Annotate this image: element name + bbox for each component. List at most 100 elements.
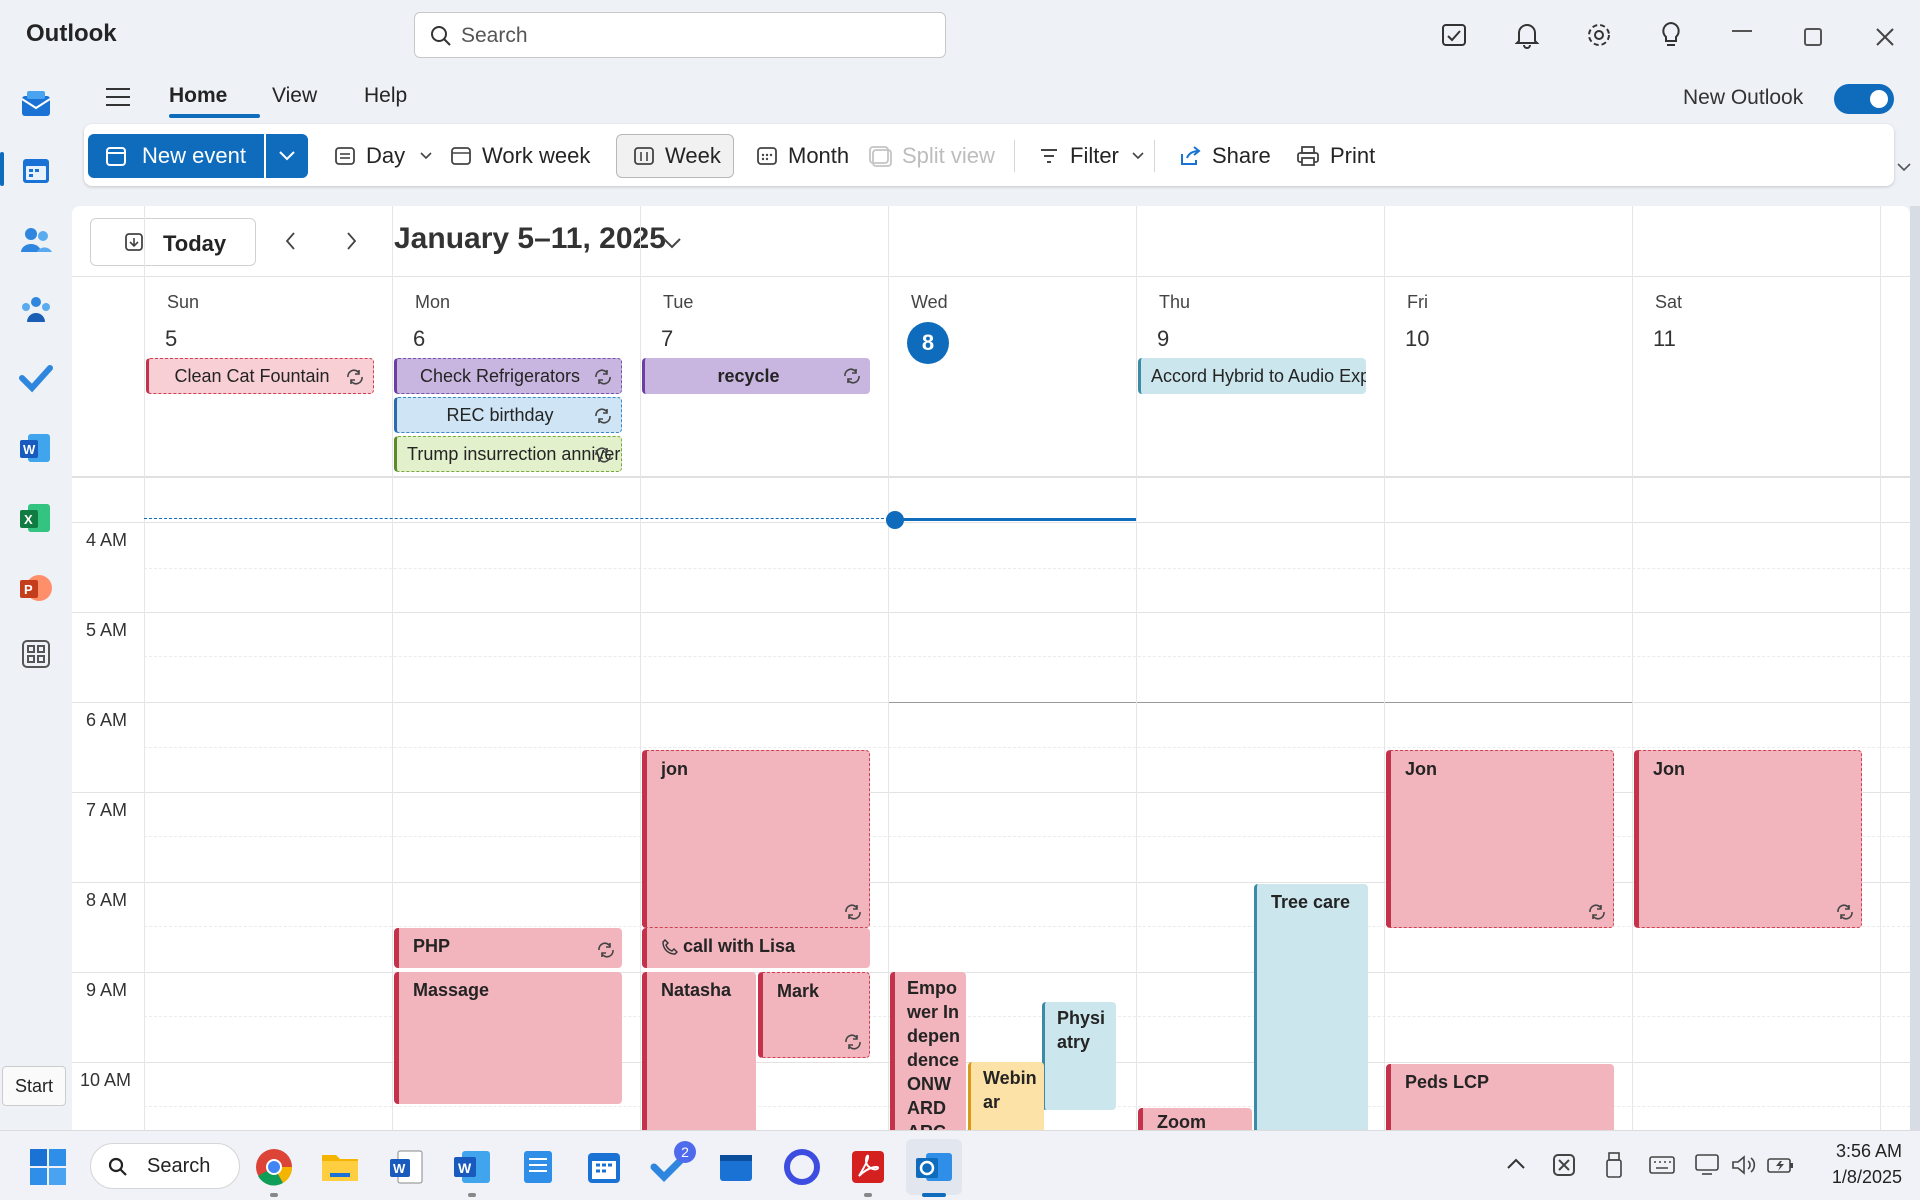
allday-event[interactable]: Check Refrigerators bbox=[394, 358, 622, 394]
hamburger-menu-icon[interactable] bbox=[104, 86, 132, 108]
chrome-icon[interactable] bbox=[252, 1145, 296, 1189]
antivirus-tray-icon[interactable] bbox=[1552, 1153, 1576, 1177]
event-title: Physiatry bbox=[1057, 1008, 1106, 1052]
outlook-icon[interactable] bbox=[912, 1145, 956, 1189]
new-outlook-toggle[interactable] bbox=[1834, 84, 1894, 114]
next-week-chevron-icon[interactable] bbox=[344, 230, 358, 252]
network-icon[interactable] bbox=[1694, 1153, 1722, 1177]
title-bar: Outlook Search bbox=[0, 0, 1920, 70]
day-number[interactable]: 5 bbox=[165, 326, 177, 352]
recurring-icon bbox=[843, 1033, 863, 1051]
gear-icon[interactable] bbox=[1584, 20, 1614, 50]
todo-icon[interactable] bbox=[18, 360, 54, 396]
mail-icon[interactable] bbox=[18, 86, 54, 122]
day-chevron-icon[interactable] bbox=[419, 151, 433, 161]
event-block[interactable]: Tree care bbox=[1254, 884, 1368, 1130]
event-block[interactable]: Empower Independence ONWARD ARC-EX http bbox=[890, 972, 966, 1130]
day-number[interactable]: 6 bbox=[413, 326, 425, 352]
restore-icon[interactable] bbox=[1804, 28, 1822, 46]
date-range-chevron-down-icon[interactable] bbox=[662, 236, 682, 250]
windows-start-icon[interactable] bbox=[26, 1145, 70, 1189]
event-block[interactable]: Peds LCP bbox=[1386, 1064, 1614, 1130]
powerpoint-icon[interactable]: P bbox=[18, 570, 54, 606]
new-event-dropdown[interactable] bbox=[266, 134, 308, 178]
event-block[interactable]: Zoom bbox=[1138, 1108, 1252, 1130]
excel-icon[interactable]: X bbox=[18, 500, 54, 536]
search-input[interactable]: Search bbox=[461, 24, 528, 48]
word-icon[interactable]: W bbox=[450, 1145, 494, 1189]
allday-event[interactable]: Accord Hybrid to Audio Express bbox=[1138, 358, 1366, 394]
day-number[interactable]: 7 bbox=[661, 326, 673, 352]
tab-help[interactable]: Help bbox=[364, 84, 407, 108]
day-view-button[interactable]: Day bbox=[334, 134, 433, 178]
lightbulb-icon[interactable] bbox=[1656, 20, 1686, 50]
day-number[interactable]: 10 bbox=[1405, 326, 1429, 352]
clock-time[interactable]: 3:56 AM bbox=[1822, 1141, 1902, 1162]
taskbar-search[interactable]: Search bbox=[90, 1143, 240, 1189]
work-week-button[interactable]: Work week bbox=[450, 134, 590, 178]
day-header-fri[interactable]: Fri 10 bbox=[1384, 284, 1632, 484]
calendar-icon[interactable] bbox=[18, 152, 54, 188]
day-header-wed[interactable]: Wed 8 bbox=[888, 284, 1136, 484]
day-number[interactable]: 9 bbox=[1157, 326, 1169, 352]
new-event-button[interactable]: New event bbox=[88, 134, 264, 178]
filter-button[interactable]: Filter bbox=[1038, 134, 1145, 178]
active-app-indicator bbox=[922, 1193, 946, 1197]
file-explorer-icon[interactable] bbox=[318, 1145, 362, 1189]
day-number[interactable]: 11 bbox=[1653, 326, 1676, 352]
event-block[interactable]: call with Lisa bbox=[642, 928, 870, 968]
tab-view[interactable]: View bbox=[272, 84, 317, 108]
event-title: Mark bbox=[777, 981, 820, 1001]
event-block[interactable]: Massage bbox=[394, 972, 622, 1104]
chevron-up-icon[interactable] bbox=[1506, 1157, 1526, 1171]
share-button[interactable]: Share bbox=[1178, 134, 1271, 178]
print-button[interactable]: Print bbox=[1296, 134, 1375, 178]
event-title: REC birthday bbox=[446, 404, 554, 425]
people-icon[interactable] bbox=[18, 222, 54, 258]
clock-date[interactable]: 1/8/2025 bbox=[1812, 1167, 1902, 1188]
event-block[interactable]: Physiatry bbox=[1042, 1002, 1116, 1110]
expand-ribbon-chevron-icon[interactable] bbox=[1896, 162, 1912, 172]
allday-event[interactable]: recycle bbox=[642, 358, 870, 394]
acrobat-icon[interactable] bbox=[846, 1145, 890, 1189]
keyboard-icon[interactable] bbox=[1648, 1155, 1676, 1175]
vertical-scrollbar[interactable] bbox=[1910, 206, 1920, 1130]
store-icon[interactable] bbox=[714, 1145, 758, 1189]
allday-event[interactable]: Clean Cat Fountain bbox=[146, 358, 374, 394]
notepad-icon[interactable] bbox=[516, 1145, 560, 1189]
event-block[interactable]: Mark bbox=[758, 972, 870, 1058]
groups-icon[interactable] bbox=[18, 292, 54, 328]
calendar-app-icon[interactable] bbox=[582, 1145, 626, 1189]
tab-home[interactable]: Home bbox=[169, 84, 227, 108]
word-icon[interactable]: W bbox=[18, 430, 54, 466]
half-hour-line bbox=[144, 568, 1910, 569]
previous-week-chevron-icon[interactable] bbox=[284, 230, 298, 252]
event-title: Zoom bbox=[1157, 1112, 1206, 1130]
notes-check-icon[interactable] bbox=[1440, 20, 1470, 50]
bell-icon[interactable] bbox=[1512, 20, 1542, 50]
cortana-circle-icon[interactable] bbox=[780, 1145, 824, 1189]
event-block[interactable]: Jon bbox=[1386, 750, 1614, 928]
event-block[interactable]: jon bbox=[642, 750, 870, 928]
allday-event[interactable]: REC birthday bbox=[394, 397, 622, 433]
today-button[interactable]: Today bbox=[90, 218, 256, 266]
more-apps-icon[interactable] bbox=[18, 636, 54, 672]
minimize-icon[interactable] bbox=[1732, 30, 1752, 32]
day-view-label: Day bbox=[366, 143, 406, 168]
event-block[interactable]: PHP bbox=[394, 928, 622, 968]
event-block[interactable]: Natasha bbox=[642, 972, 756, 1130]
day-header-sat[interactable]: Sat 11 bbox=[1632, 284, 1880, 484]
allday-event[interactable]: Trump insurrection anniversary bbox=[394, 436, 622, 472]
date-range-title[interactable]: January 5–11, 2025 bbox=[394, 222, 666, 256]
close-icon[interactable] bbox=[1874, 26, 1896, 48]
search-box[interactable]: Search bbox=[414, 12, 946, 58]
event-block[interactable]: Webinar bbox=[968, 1062, 1044, 1130]
event-block[interactable]: Jon bbox=[1634, 750, 1862, 928]
battery-charging-icon[interactable] bbox=[1766, 1153, 1796, 1177]
today-date-badge[interactable]: 8 bbox=[907, 322, 949, 364]
word-doc-icon[interactable]: W bbox=[384, 1145, 428, 1189]
usb-drive-icon[interactable] bbox=[1604, 1151, 1624, 1179]
month-view-button[interactable]: Month bbox=[756, 134, 849, 178]
volume-icon[interactable] bbox=[1730, 1153, 1758, 1177]
week-view-button[interactable]: Week bbox=[616, 134, 734, 178]
